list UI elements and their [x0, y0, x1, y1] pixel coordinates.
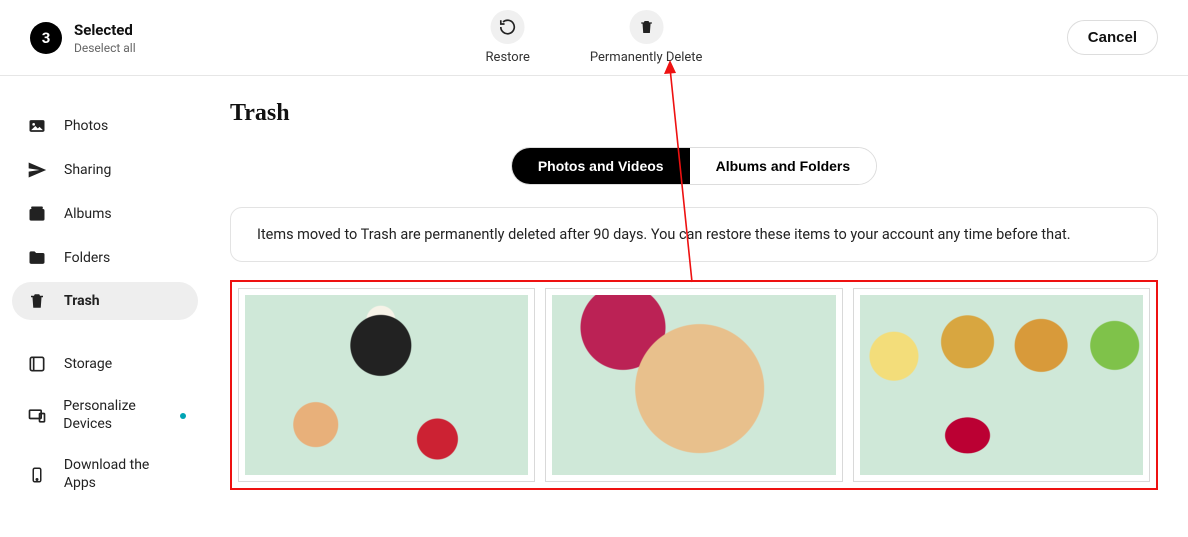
thumbnail-item[interactable]	[545, 288, 842, 482]
sidebar-item-personalize-devices[interactable]: Personalize Devices	[12, 388, 198, 443]
restore-icon	[491, 10, 525, 44]
sidebar: Photos Sharing Albums Folders Trash Stor…	[0, 76, 210, 537]
sidebar-item-label: Sharing	[64, 162, 111, 178]
page-title: Trash	[230, 100, 1158, 127]
thumbnail-image	[552, 295, 835, 475]
sidebar-item-label: Albums	[64, 206, 112, 222]
thumbnail-item[interactable]	[853, 288, 1150, 482]
thumbnail-item[interactable]	[238, 288, 535, 482]
sidebar-item-trash[interactable]: Trash	[12, 282, 198, 320]
permanently-delete-button[interactable]: Permanently Delete	[590, 10, 703, 65]
trash-icon	[26, 292, 48, 310]
sidebar-item-label: Folders	[64, 250, 110, 266]
trash-icon	[629, 10, 663, 44]
cancel-button[interactable]: Cancel	[1067, 20, 1158, 55]
tab-photos-videos[interactable]: Photos and Videos	[512, 148, 690, 184]
sidebar-item-albums[interactable]: Albums	[12, 194, 198, 234]
sidebar-item-label: Download the Apps	[64, 457, 184, 492]
notification-dot	[180, 413, 186, 419]
selection-toolbar: 3 Selected Deselect all Restore Permanen…	[0, 0, 1188, 76]
thumbnail-image	[860, 295, 1143, 475]
thumbnail-image	[245, 295, 528, 475]
devices-icon	[26, 406, 47, 426]
sidebar-item-download-apps[interactable]: Download the Apps	[12, 447, 198, 502]
storage-icon	[26, 354, 48, 374]
selection-text: Selected Deselect all	[74, 21, 136, 55]
download-icon	[26, 466, 48, 484]
photo-icon	[26, 116, 48, 136]
folder-icon	[26, 248, 48, 268]
tab-bar: Photos and Videos Albums and Folders	[230, 147, 1158, 185]
album-icon	[26, 204, 48, 224]
thumbnail-grid	[238, 288, 1150, 482]
tab-albums-folders[interactable]: Albums and Folders	[690, 148, 877, 184]
toolbar-actions: Restore Permanently Delete	[486, 10, 703, 65]
restore-button[interactable]: Restore	[486, 10, 530, 65]
sidebar-item-folders[interactable]: Folders	[12, 238, 198, 278]
permanently-delete-label: Permanently Delete	[590, 50, 703, 65]
restore-label: Restore	[486, 50, 530, 65]
sidebar-item-label: Storage	[64, 356, 112, 372]
selection-status: 3 Selected Deselect all	[30, 21, 136, 55]
sidebar-item-label: Photos	[64, 118, 108, 134]
trash-notice: Items moved to Trash are permanently del…	[230, 207, 1158, 262]
sidebar-item-photos[interactable]: Photos	[12, 106, 198, 146]
selected-label: Selected	[74, 21, 136, 39]
sidebar-item-label: Trash	[64, 293, 100, 309]
sidebar-item-label: Personalize Devices	[63, 398, 184, 433]
selection-outline	[230, 280, 1158, 490]
selected-count-badge: 3	[30, 22, 62, 54]
sidebar-item-sharing[interactable]: Sharing	[12, 150, 198, 190]
share-icon	[26, 160, 48, 180]
main-content: Trash Photos and Videos Albums and Folde…	[210, 76, 1188, 537]
deselect-all-link[interactable]: Deselect all	[74, 41, 136, 55]
sidebar-item-storage[interactable]: Storage	[12, 344, 198, 384]
